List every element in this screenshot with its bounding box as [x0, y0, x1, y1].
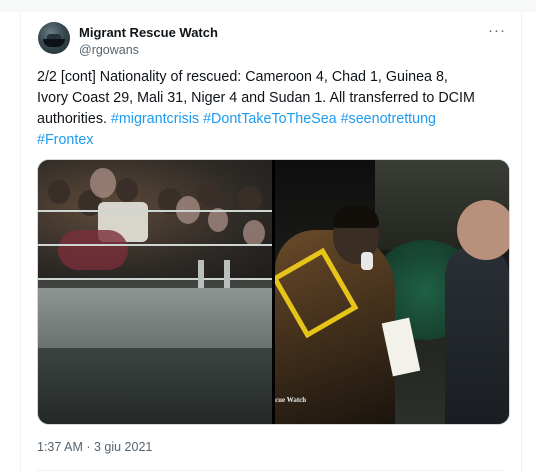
boat-hull — [38, 288, 272, 348]
photo-rescued-on-deck[interactable] — [38, 160, 272, 424]
rail — [38, 278, 272, 280]
author-name[interactable]: Migrant Rescue Watch — [79, 25, 218, 40]
hashtag-seenotrettung[interactable]: #seenotrettung — [341, 111, 436, 127]
person — [198, 182, 220, 206]
water — [38, 348, 272, 424]
blurred-face — [90, 168, 116, 198]
officer-hair — [333, 206, 379, 228]
author-handle[interactable]: @rgowans — [79, 43, 139, 57]
photo-watermark: cue Watch — [275, 396, 307, 404]
top-strip — [0, 0, 536, 12]
tweet-card[interactable]: Migrant Rescue Watch @rgowans ··· 2/2 [c… — [20, 12, 522, 473]
avatar[interactable] — [38, 22, 70, 54]
photo-official-writing[interactable]: cue Watch — [275, 160, 509, 424]
rail — [38, 244, 272, 246]
media-grid: cue Watch — [37, 159, 510, 425]
ellipsis-icon[interactable]: ··· — [487, 23, 507, 40]
tweet-timestamp[interactable]: 1:37 AM · 3 giu 2021 — [37, 440, 152, 454]
person — [48, 180, 70, 204]
hashtag-migrantcrisis[interactable]: #migrantcrisis — [111, 111, 199, 127]
tweet-text: 2/2 [cont] Nationality of rescued: Camer… — [37, 67, 477, 151]
rail — [38, 210, 272, 212]
blurred-face — [457, 200, 509, 260]
person — [116, 178, 138, 202]
blurred-face — [243, 220, 265, 246]
hashtag-donttaketothesea[interactable]: #DontTakeToTheSea — [203, 111, 337, 127]
divider — [37, 470, 505, 471]
person-standing — [445, 245, 509, 424]
hashtag-frontex[interactable]: #Frontex — [37, 132, 93, 148]
red-garment — [58, 230, 128, 270]
officer-vest — [275, 230, 395, 424]
face-mask — [361, 252, 373, 270]
avatar-boat — [43, 39, 65, 47]
person — [238, 186, 262, 212]
